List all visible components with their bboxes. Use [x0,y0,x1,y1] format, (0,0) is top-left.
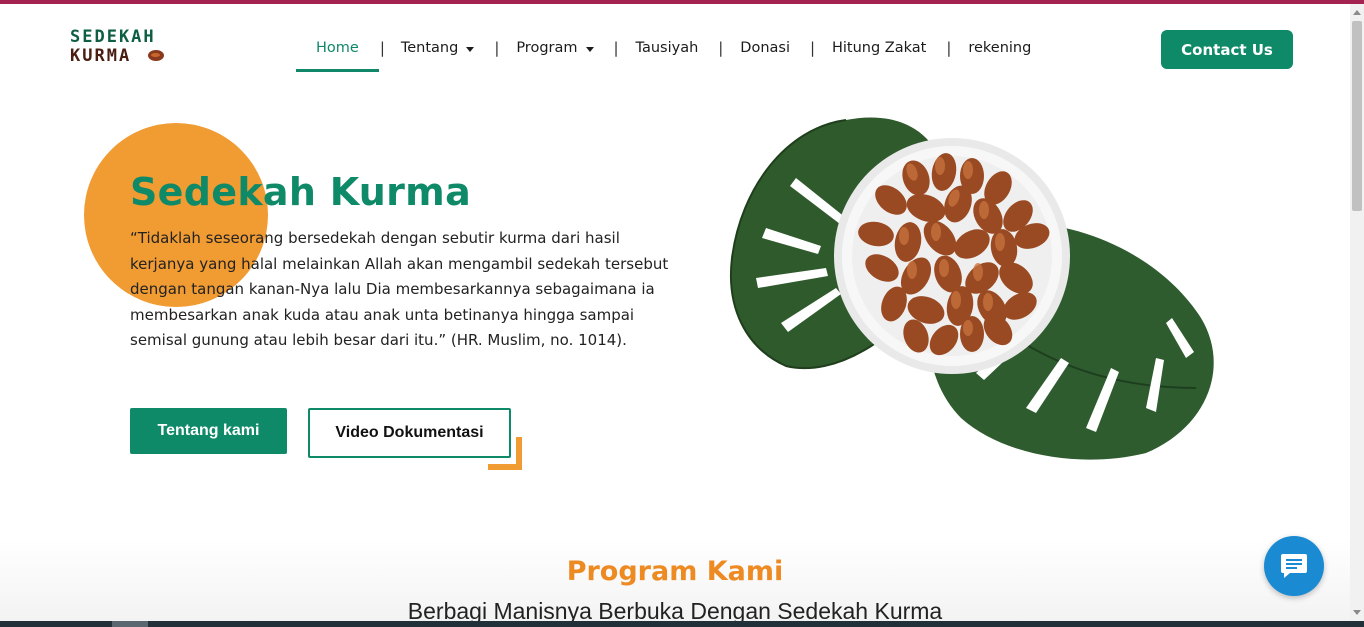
horizontal-scrollbar-thumb[interactable] [112,621,148,627]
chat-button[interactable] [1264,536,1324,596]
nav-tausiyah-label: Tausiyah [635,40,699,56]
vertical-scrollbar[interactable] [1350,4,1364,621]
scroll-up-arrow-icon[interactable] [1353,10,1361,15]
chat-bubble-icon [1281,554,1307,578]
nav-hitung-zakat[interactable]: Hitung Zakat [832,30,926,72]
logo-line-1: SEDEKAH [70,27,156,47]
tentang-kami-button[interactable]: Tentang kami [130,408,287,454]
nav-program[interactable]: Program [516,30,594,72]
nav-hitung-zakat-label: Hitung Zakat [831,40,927,56]
main-navigation: Home | Tentang | Program | Tausiyah | Do… [296,30,1031,72]
site-logo[interactable]: SEDEKAH KURMA [70,26,170,68]
nav-separator: | [718,39,724,57]
nav-donasi-label: Donasi [740,40,790,56]
nav-separator: | [809,39,816,57]
caret-down-icon [466,47,475,52]
date-fruit-icon [148,50,164,61]
nav-tentang-label: Tentang [400,40,459,56]
caret-down-icon [585,47,594,52]
nav-home-label: Home [316,40,359,56]
program-section-title: Program Kami [566,556,784,587]
nav-home[interactable]: Home [296,30,379,72]
scrollbar-thumb[interactable] [1352,21,1362,211]
hero-title: Sedekah Kurma [130,170,472,214]
top-accent-bar [0,0,1364,4]
nav-program-label: Program [516,40,578,56]
nav-separator: | [379,39,385,57]
nav-rekening-label: rekening [968,40,1032,56]
contact-us-button[interactable]: Contact Us [1161,30,1293,69]
nav-donasi[interactable]: Donasi [740,30,790,72]
video-dokumentasi-button[interactable]: Video Dokumentasi [308,408,511,458]
nav-tentang[interactable]: Tentang [400,30,475,72]
nav-separator: | [613,39,619,57]
horizontal-scrollbar[interactable] [0,621,1364,627]
logo-line-2: KURMA [70,46,132,66]
nav-rekening[interactable]: rekening [968,30,1031,72]
dates-bowl-image [730,117,1214,460]
hero-hadith-quote: “Tidaklah seseorang bersedekah dengan se… [130,229,669,349]
nav-separator: | [946,39,952,57]
scroll-down-arrow-icon[interactable] [1353,610,1361,615]
nav-separator: | [494,39,500,57]
nav-tausiyah[interactable]: Tausiyah [636,30,699,72]
